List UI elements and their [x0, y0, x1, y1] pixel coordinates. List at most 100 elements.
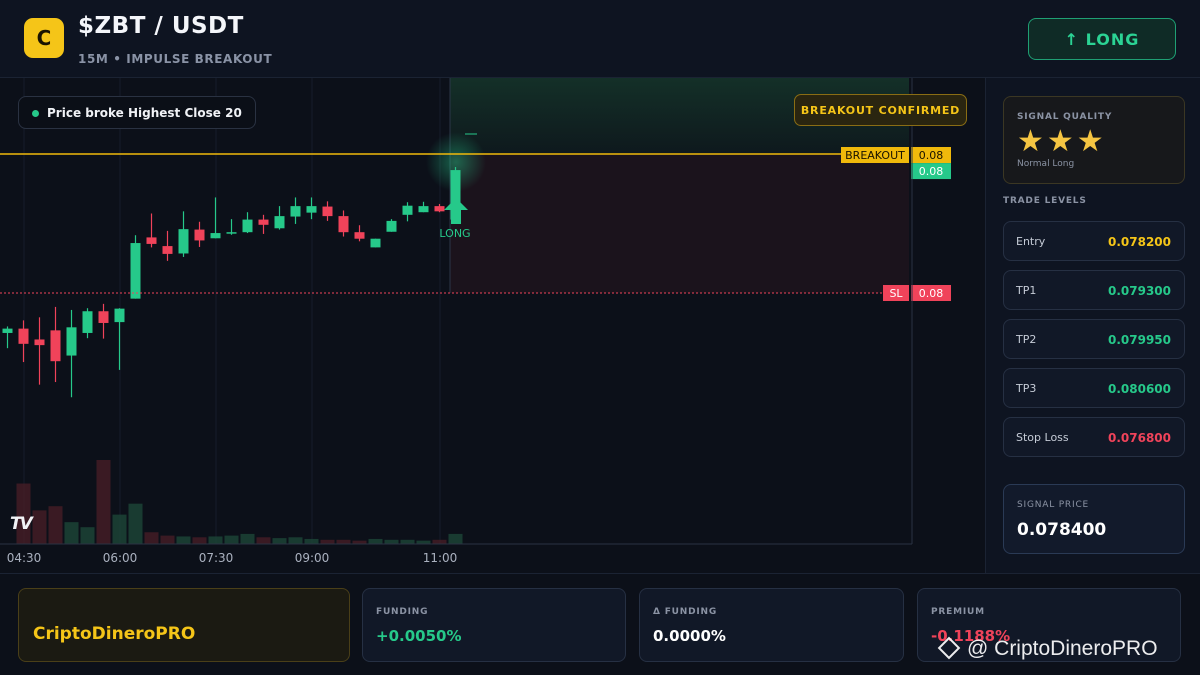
brand-card: CriptoDineroPRO: [18, 588, 350, 662]
breakout-info-pill: Price broke Highest Close 20: [18, 96, 256, 129]
signal-quality-label: SIGNAL QUALITY: [1017, 112, 1113, 122]
trade-level-tp3: TP3 0.080600: [1003, 368, 1185, 408]
trade-level-stop-loss: Stop Loss 0.076800: [1003, 417, 1185, 457]
info-pill-text: Price broke Highest Close 20: [47, 105, 242, 120]
candle-body: [338, 216, 349, 233]
candle-body: [162, 246, 173, 254]
tradingview-logo: TV: [10, 514, 33, 534]
breakout-glow: [426, 132, 486, 192]
signal-price-card: SIGNAL PRICE 0.078400: [1003, 484, 1185, 554]
candlestick-chart[interactable]: LONG 0.08 0.08 BREAKOUT 0.08 SL 04:30 06:00 07…: [0, 78, 985, 573]
candle-body: [434, 206, 445, 212]
time-tick-label: 06:00: [103, 551, 138, 565]
timeframe-subtitle: 15M • IMPULSE BREAKOUT: [78, 52, 273, 66]
time-tick-label: 11:00: [423, 551, 458, 565]
volume-bar: [48, 506, 63, 544]
candle-body: [322, 206, 333, 217]
price-chart[interactable]: LONG 0.08 0.08 BREAKOUT 0.08 SL 04:30 06:00 07…: [0, 78, 985, 573]
price-tag-value: 0.08: [919, 165, 944, 178]
candle-body: [386, 220, 397, 232]
volume-bars: [16, 460, 463, 544]
volume-bar: [352, 540, 367, 544]
candle-body: [194, 229, 205, 241]
volume-bar: [272, 538, 287, 544]
signal-price-value: 0.078400: [1017, 520, 1107, 540]
volume-bar: [128, 503, 143, 544]
watermark-text: @ CriptoDineroPRO: [967, 637, 1158, 660]
candle-body: [130, 243, 141, 299]
volume-bar: [112, 514, 127, 544]
candle-body: [18, 328, 29, 344]
time-tick-label: 09:00: [295, 551, 330, 565]
volume-bar: [432, 539, 447, 544]
trade-level-name: TP3: [1016, 382, 1037, 395]
trade-level-value: 0.076800: [1107, 431, 1171, 445]
signal-price-label: SIGNAL PRICE: [1017, 500, 1090, 510]
volume-bar: [64, 522, 79, 544]
volume-bar: [384, 539, 399, 544]
header-bar: C $ZBT / USDT 15M • IMPULSE BREAKOUT ↑ L…: [0, 0, 1200, 78]
status-dot-icon: [32, 110, 39, 117]
footer-stats: CriptoDineroPRO FUNDING +0.0050% Δ FUNDI…: [0, 573, 1200, 675]
delta-funding-label: Δ FUNDING: [653, 607, 718, 617]
candle-body: [114, 308, 125, 323]
candle-body: [306, 206, 317, 213]
volume-bar: [368, 538, 383, 544]
trade-level-name: TP2: [1016, 333, 1037, 346]
candle-body: [210, 233, 221, 239]
funding-card: FUNDING +0.0050%: [362, 588, 626, 662]
trade-level-name: Entry: [1016, 235, 1046, 248]
volume-bar: [160, 535, 175, 544]
trade-level-value: 0.079950: [1107, 333, 1171, 347]
candles: [2, 167, 461, 398]
price-tag-label: SL: [889, 287, 903, 300]
candle-body: [146, 237, 157, 244]
signal-quality-note: Normal Long: [1017, 159, 1075, 169]
trade-level-tp1: TP1 0.079300: [1003, 270, 1185, 310]
binance-diamond-icon: [937, 636, 961, 660]
premium-label: PREMIUM: [931, 607, 985, 617]
candle-body: [98, 311, 109, 323]
signal-sidebar: SIGNAL QUALITY ★★★ Normal Long TRADE LEV…: [985, 78, 1200, 573]
price-tag-value: 0.08: [919, 149, 944, 162]
volume-bar: [336, 539, 351, 544]
signal-quality-card: SIGNAL QUALITY ★★★ Normal Long: [1003, 96, 1185, 184]
trade-levels-title: TRADE LEVELS: [1003, 196, 1087, 206]
candle-body: [226, 232, 237, 234]
chart-grid: [23, 78, 441, 544]
volume-bar: [256, 537, 271, 544]
long-marker-label: LONG: [439, 227, 470, 240]
volume-bar: [320, 539, 335, 544]
candle-body: [290, 206, 301, 217]
volume-bar: [448, 533, 463, 544]
volume-bar: [400, 539, 415, 544]
volume-bar: [32, 510, 47, 544]
delta-funding-value: 0.0000%: [653, 627, 726, 645]
funding-label: FUNDING: [376, 607, 429, 617]
time-axis: 04:30 06:00 07:30 09:00 11:00: [7, 551, 458, 565]
volume-bar: [240, 533, 255, 544]
trade-level-tp2: TP2 0.079950: [1003, 319, 1185, 359]
price-tag-value: 0.08: [919, 287, 944, 300]
candle-body: [82, 311, 93, 333]
volume-bar: [144, 532, 159, 544]
candle-body: [2, 328, 13, 333]
candle-body: [34, 339, 45, 346]
long-signal-button[interactable]: ↑ LONG: [1028, 18, 1176, 60]
trade-level-value: 0.080600: [1107, 382, 1171, 396]
volume-bar: [416, 540, 431, 544]
trade-level-name: TP1: [1016, 284, 1037, 297]
trade-level-name: Stop Loss: [1016, 431, 1069, 444]
volume-bar: [304, 538, 319, 544]
trade-level-value: 0.078200: [1107, 235, 1171, 249]
candle-body: [50, 330, 61, 362]
brand-watermark: @ CriptoDineroPRO: [937, 636, 1158, 661]
time-tick-label: 04:30: [7, 551, 42, 565]
volume-bar: [80, 527, 95, 544]
time-tick-label: 07:30: [199, 551, 234, 565]
delta-funding-card: Δ FUNDING 0.0000%: [639, 588, 904, 662]
candle-body: [354, 232, 365, 239]
candle-body: [178, 229, 189, 254]
candle-body: [370, 238, 381, 248]
trade-level-value: 0.079300: [1107, 284, 1171, 298]
